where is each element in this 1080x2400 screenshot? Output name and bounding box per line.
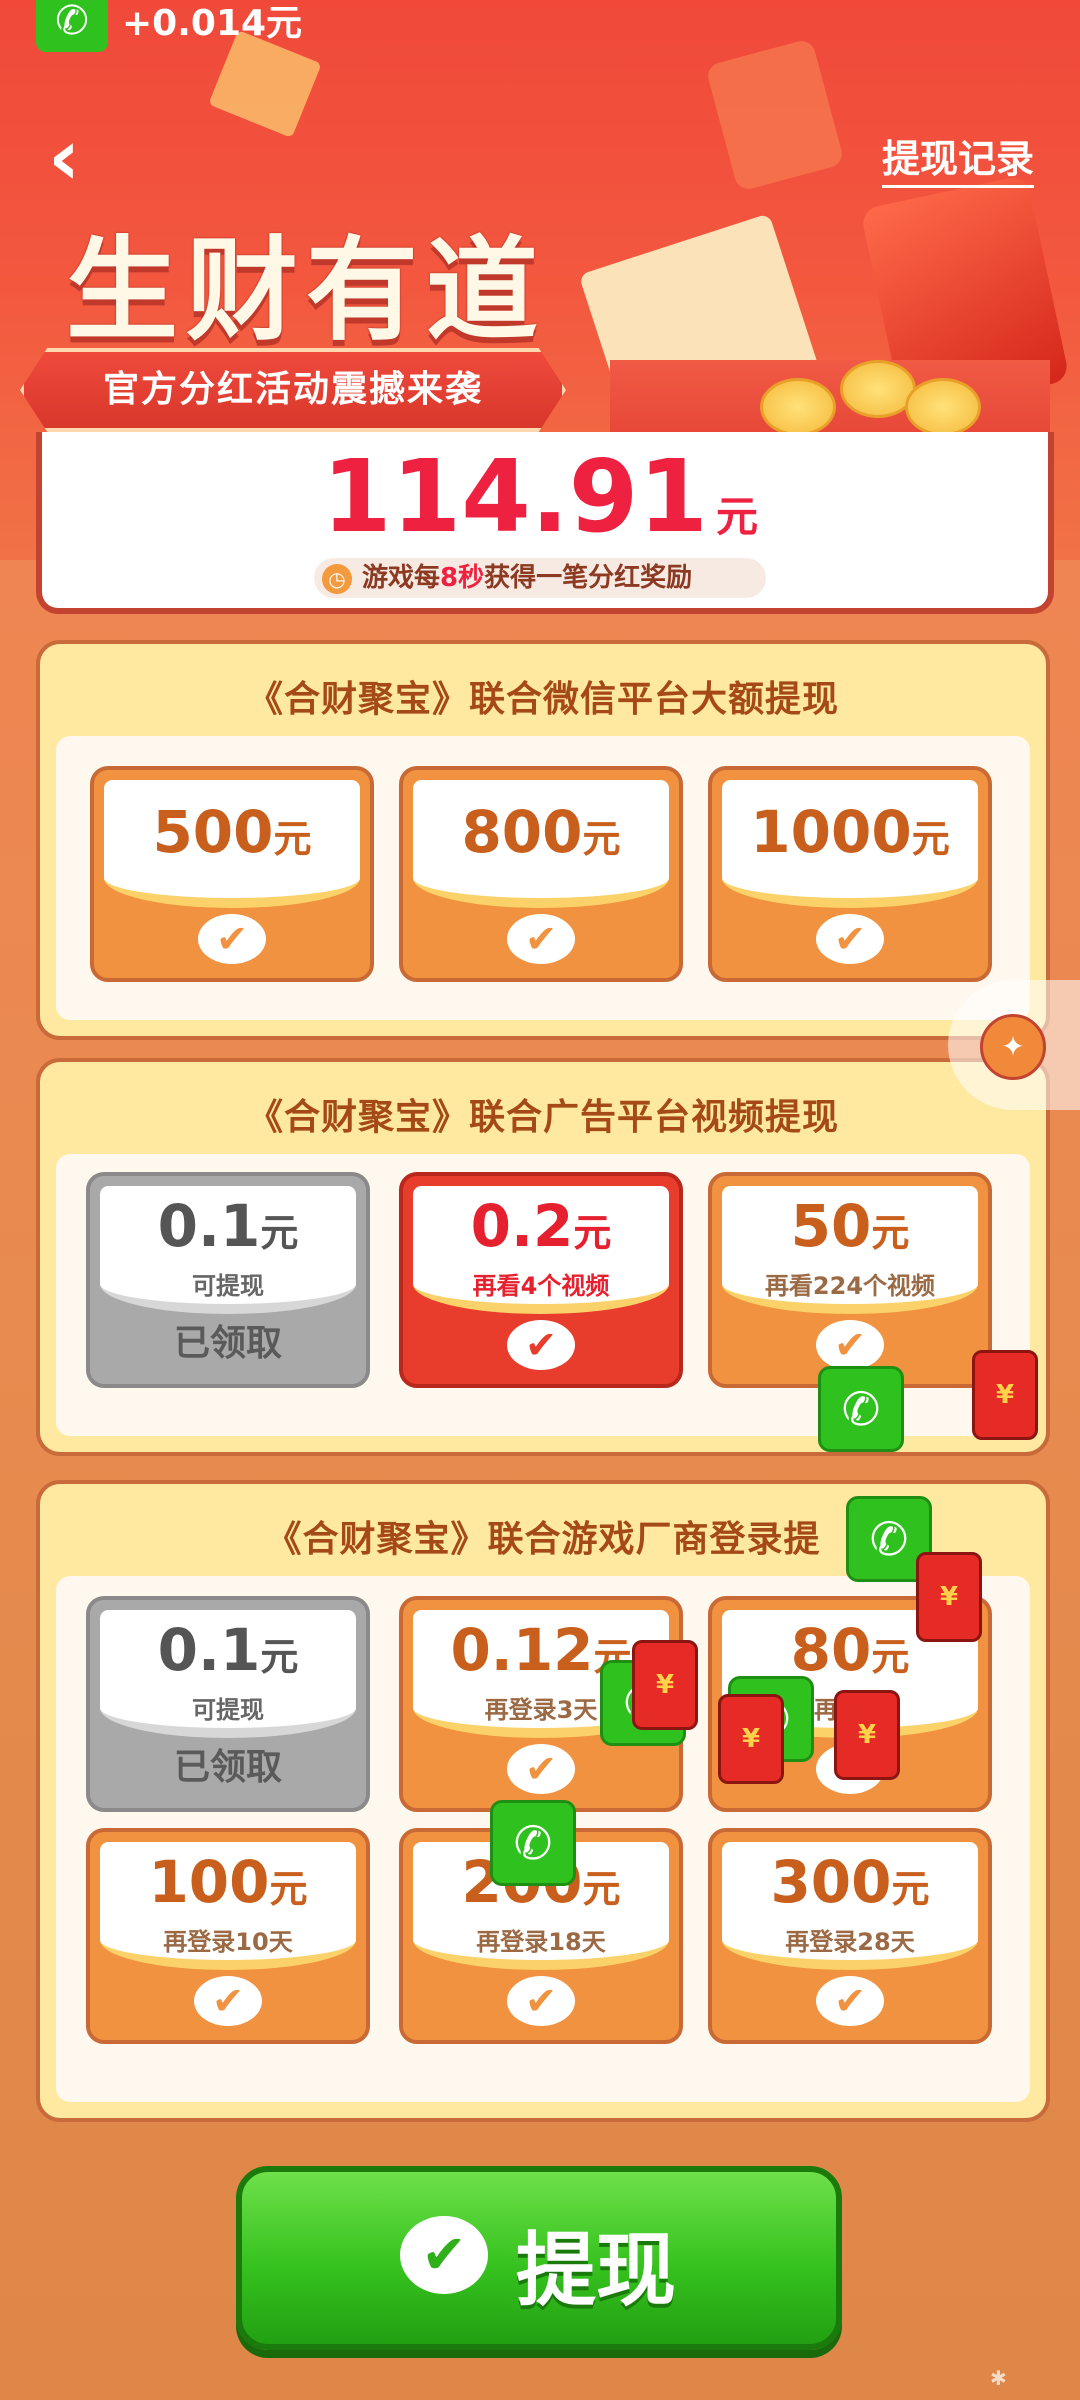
wechat-pay-icon: ✔ [816,1320,884,1370]
dividend-tip: ◷ 游戏每8秒获得一笔分红奖励 [314,558,766,598]
red-envelope-icon: ¥ [718,1694,784,1784]
tile-amount: 0.2元 [470,1192,612,1260]
red-envelope-icon: ¥ [972,1350,1038,1440]
gift-icon[interactable]: ✦ [980,1014,1046,1080]
reward-delta: +0.014元 [122,3,303,44]
page-subtitle: 官方分红活动震撼来袭 [102,369,483,410]
tile-requirement: 再看224个视频 [764,1272,936,1300]
red-envelope-icon: ¥ [632,1640,698,1730]
page-title: 生财有道 [66,226,546,356]
wechat-pay-icon: ✔ [198,914,266,964]
withdraw-tile-500[interactable]: 500元 ✔ [90,766,374,982]
withdraw-tile-50[interactable]: 50元 再看224个视频 ✔ [708,1172,992,1388]
tile-requirement: 再看4个视频 [472,1272,610,1300]
tile-amount: 50元 [790,1192,910,1260]
stopwatch-icon: ◷ [322,563,352,594]
coin-decoration [905,378,981,436]
withdraw-tile-1000[interactable]: 1000元 ✔ [708,766,992,982]
tip-interval: 8秒 [440,563,485,593]
wechat-pay-icon: ✔ [816,1976,884,2026]
tile-amount: 0.1元 [157,1616,299,1684]
tile-requirement: 再登录18天 [476,1928,606,1956]
wechat-pay-icon: ✔ [507,914,575,964]
balance-unit: 元 [715,492,758,541]
withdraw-tile-100[interactable]: 100元 再登录10天 ✔ [86,1828,370,2044]
chevron-left-icon[interactable]: ‹ [48,118,108,198]
tile-amount: 300元 [770,1848,930,1916]
wechat-icon: ✆ [818,1366,904,1452]
claimed-label: 已领取 [173,1323,282,1364]
balance-value: 114.91 元 [0,438,1080,555]
red-envelope-icon: ¥ [916,1552,982,1642]
tip-suffix: 获得一笔分红奖励 [484,563,693,593]
tile-requirement: 再登录28天 [785,1928,915,1956]
claimed-label: 已领取 [173,1747,282,1788]
tile-amount: 500元 [152,798,312,866]
tile-requirement: 再登录10天 [163,1928,293,1956]
wechat-pay-icon: ✔ [816,914,884,964]
section-title: 《合财聚宝》联合微信平台大额提现 [246,679,839,720]
tile-requirement: 可提现 [192,1696,264,1724]
wechat-pay-icon: ✔ [507,1744,575,1794]
wechat-pay-icon: ✔ [507,1976,575,2026]
wechat-icon: ✆ [36,0,108,52]
coin-decoration [760,378,836,436]
watermark: ✱ [990,2366,1007,2390]
wechat-pay-icon: ✔ [194,1976,262,2026]
withdraw-tile-claimed: 0.1元 可提现 已领取 [86,1172,370,1388]
withdraw-records-link[interactable]: 提现记录 [882,128,1035,188]
wechat-icon: ✆ [490,1800,576,1886]
withdraw-tile-800[interactable]: 800元 ✔ [399,766,683,982]
tile-amount: 1000元 [750,798,950,866]
tip-prefix: 游戏每 [362,563,441,593]
withdraw-button-label: 提现 [516,2224,676,2317]
section-body: 500元 ✔ 800元 ✔ 1000元 ✔ [56,736,1030,1020]
tile-amount: 800元 [461,798,621,866]
withdraw-tile-claimed: 0.1元 可提现 已领取 [86,1596,370,1812]
wechat-withdraw-section: 《合财聚宝》联合微信平台大额提现 500元 ✔ 800元 ✔ 1000元 ✔ [36,640,1050,1040]
tile-amount: 100元 [148,1848,308,1916]
withdraw-tile-0.2[interactable]: 0.2元 再看4个视频 ✔ [399,1172,683,1388]
tile-amount: 0.1元 [157,1192,299,1260]
withdraw-tile-300[interactable]: 300元 再登录28天 ✔ [708,1828,992,2044]
balance-amount: 114.91 [322,438,708,555]
red-envelope-icon: ¥ [834,1690,900,1780]
wechat-pay-icon: ✔ [400,2216,488,2294]
wechat-pay-icon: ✔ [507,1320,575,1370]
section-title: 《合财聚宝》联合广告平台视频提现 [246,1097,839,1138]
tile-requirement: 可提现 [192,1272,264,1300]
